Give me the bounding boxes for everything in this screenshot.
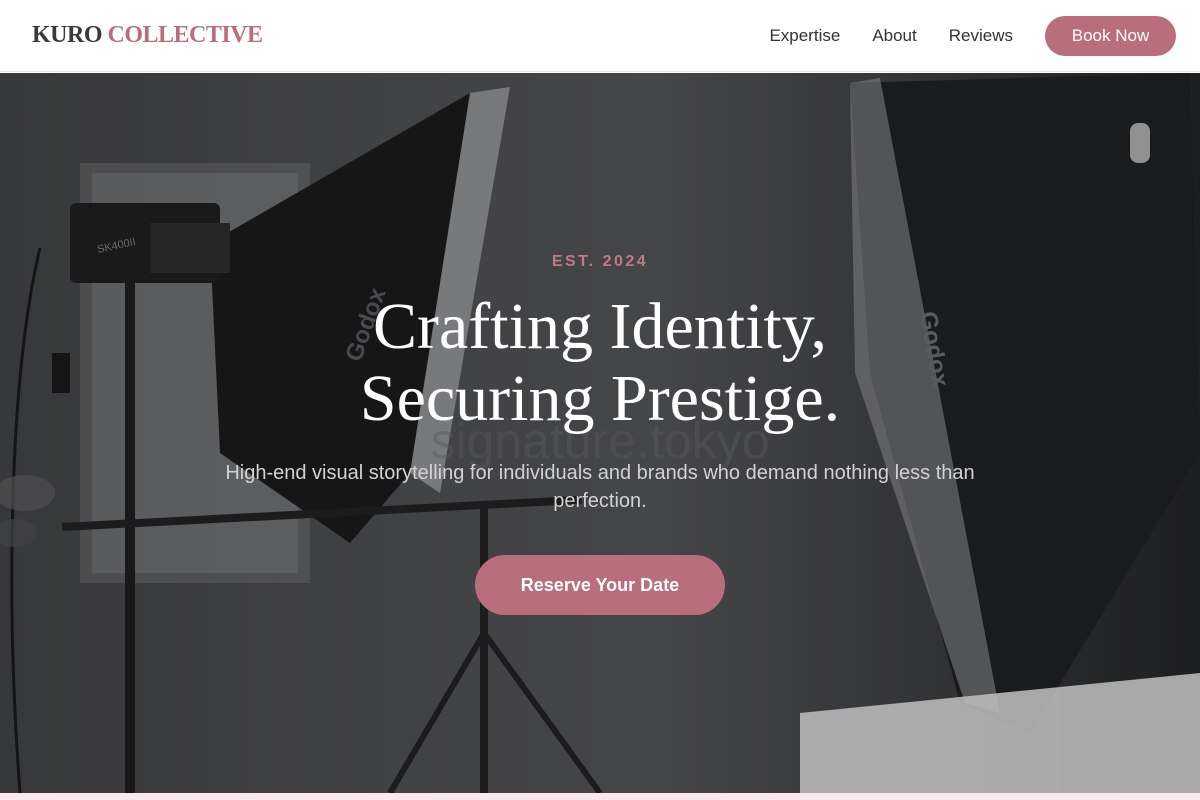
reserve-date-button[interactable]: Reserve Your Date [475,555,725,615]
site-header: KURO COLLECTIVE Expertise About Reviews … [0,0,1200,72]
hero-content: EST. 2024 Crafting Identity, Securing Pr… [0,73,1200,793]
logo-part-kuro: KURO [32,22,103,48]
nav-link-expertise[interactable]: Expertise [769,26,840,46]
main-nav: Expertise About Reviews Book Now [769,15,1176,56]
hero-headline-line-2: Securing Prestige. [359,362,841,435]
nav-link-reviews[interactable]: Reviews [949,26,1013,46]
brand-logo[interactable]: KURO COLLECTIVE [32,22,263,49]
hero-headline-line-1: Crafting Identity, [373,290,827,363]
hero-headline: Crafting Identity, Securing Prestige. [0,291,1200,435]
book-now-button[interactable]: Book Now [1045,15,1176,56]
hero-subtitle: High-end visual storytelling for individ… [225,462,975,512]
nav-link-about[interactable]: About [872,26,916,46]
hero-section: Godox SK400II Godox signature.tokyo EST.… [0,73,1200,793]
logo-part-collective: COLLECTIVE [107,22,264,48]
next-section-edge [0,793,1200,800]
hero-eyebrow: EST. 2024 [551,253,649,270]
